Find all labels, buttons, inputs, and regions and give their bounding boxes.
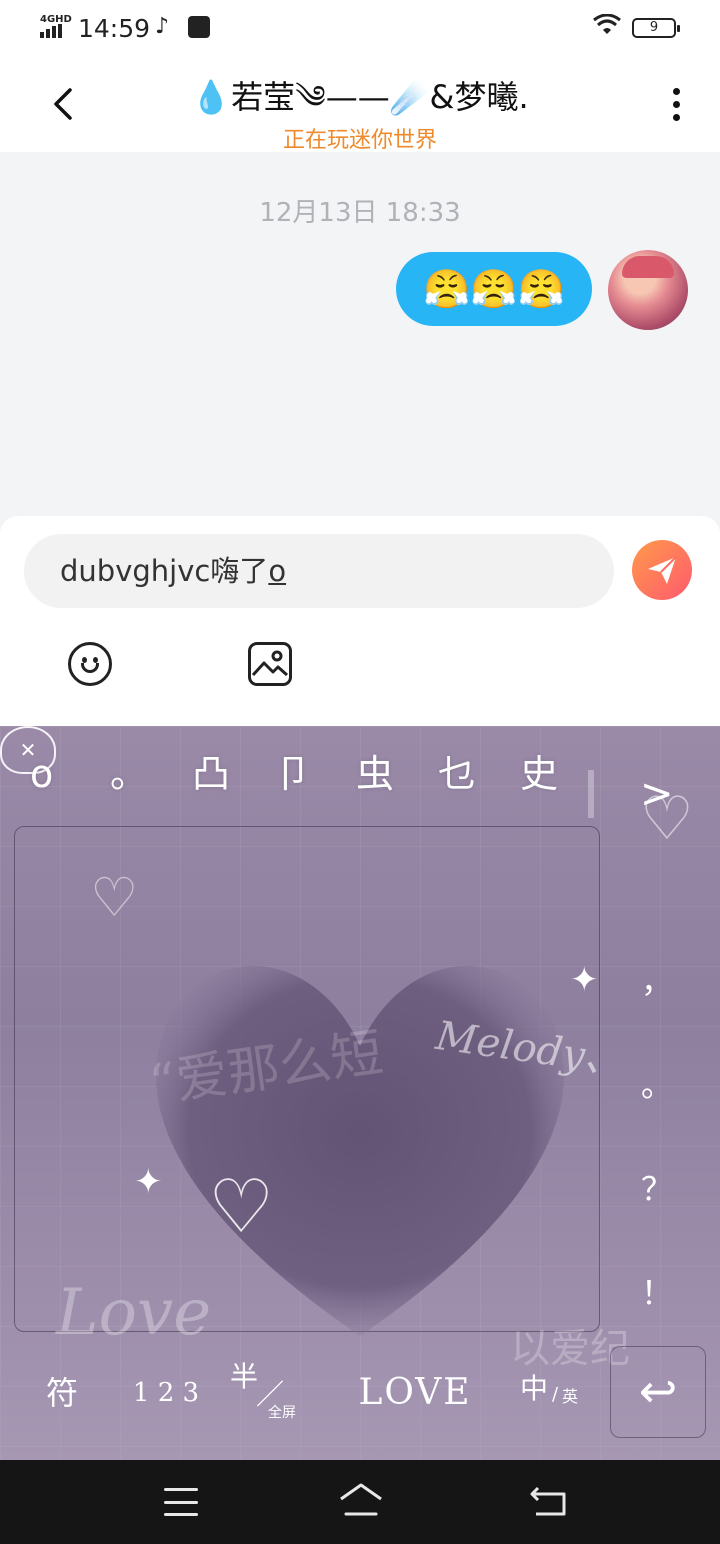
avatar[interactable] (608, 250, 688, 330)
menu-icon (164, 1488, 198, 1491)
sparkle-icon: ✦ (570, 960, 599, 1000)
image-button[interactable] (248, 642, 292, 686)
chinese-label: 中 (520, 1372, 549, 1405)
half-width-key[interactable]: 半 ／ 全屏 (220, 1346, 310, 1440)
candidate-1[interactable]: 。 (110, 746, 148, 802)
back-nav-button[interactable] (528, 1484, 568, 1518)
composing-text: o (268, 554, 287, 588)
sparkle-icon: ✦ (134, 1162, 163, 1202)
language-switch-key[interactable]: 中 / 英 (514, 1346, 594, 1440)
system-nav-bar (0, 1460, 720, 1544)
menu-button[interactable] (164, 1488, 198, 1516)
decorative-text-love: Love (56, 1276, 212, 1350)
message-list[interactable]: 12月13日 18:33 😤😤😤 (0, 152, 720, 520)
status-bar: 4GHD 14:59 ♪ 9 (0, 0, 720, 56)
tiktok-icon: ♪ (155, 14, 170, 39)
send-icon (648, 556, 677, 584)
candidate-5[interactable]: 乜 (438, 746, 476, 802)
full-screen-label: 全屏 (268, 1405, 296, 1421)
back-button[interactable] (44, 84, 84, 124)
emoji-icon (81, 663, 99, 673)
back-icon (530, 1486, 566, 1516)
key-comma[interactable]: ， (612, 956, 702, 1002)
heart-doodle-icon: ♡ (640, 784, 694, 854)
image-icon (251, 650, 288, 677)
key-period[interactable]: 。 (612, 1060, 702, 1106)
enter-key[interactable]: ↩ (610, 1346, 706, 1438)
symbols-key[interactable]: 符 (30, 1346, 94, 1440)
more-vertical-icon (672, 88, 680, 95)
keyboard: o 。 凸 卩 虫 乜 史 > “爱那么短 Melody、 Love 以爱纪 ♡… (0, 726, 720, 1460)
key-question[interactable]: ？ (612, 1164, 702, 1210)
message-bubble-sent[interactable]: 😤😤😤 (396, 252, 592, 326)
shopping-bag-icon (188, 16, 210, 38)
candidate-6[interactable]: 史 (520, 746, 558, 802)
half-width-label: 半 (230, 1360, 259, 1393)
input-text: dubvghjvc嗨了 (60, 554, 269, 588)
emoji-button[interactable] (68, 642, 112, 686)
more-button[interactable] (664, 84, 688, 124)
signal-icon (40, 24, 62, 38)
message-timestamp: 12月13日 18:33 (259, 198, 461, 228)
home-button[interactable] (338, 1482, 384, 1518)
candidate-bar: o 。 凸 卩 虫 乜 史 > (0, 746, 720, 818)
status-time: 14:59 (78, 14, 151, 43)
candidate-4[interactable]: 虫 (356, 746, 394, 802)
message-input[interactable]: dubvghjvc嗨了o (24, 534, 614, 608)
battery-icon: 9 (632, 18, 680, 38)
key-exclamation[interactable]: ！ (612, 1268, 702, 1314)
candidate-2[interactable]: 凸 (192, 746, 230, 802)
candidate-0[interactable]: o (30, 746, 53, 802)
heart-doodle-icon: ♡ (90, 866, 139, 929)
user-status: 正在玩迷你世界 (282, 128, 437, 153)
heart-outline-icon: ♡ (208, 1164, 275, 1250)
home-icon (340, 1483, 382, 1516)
wifi-icon (592, 13, 622, 42)
chevron-left-icon (54, 88, 72, 120)
composer-panel: dubvghjvc嗨了o (0, 516, 720, 728)
send-button[interactable] (632, 540, 692, 600)
candidate-3[interactable]: 卩 (274, 746, 312, 802)
candidate-divider (588, 770, 594, 818)
space-key[interactable]: LOVE (350, 1346, 480, 1440)
enter-icon: ↩ (638, 1364, 678, 1418)
chat-header: 💧若莹༄——☄️&梦曦. 正在玩迷你世界 (0, 56, 720, 153)
numbers-key[interactable]: 1 2 3 (126, 1346, 206, 1440)
english-label: 英 (562, 1387, 579, 1406)
